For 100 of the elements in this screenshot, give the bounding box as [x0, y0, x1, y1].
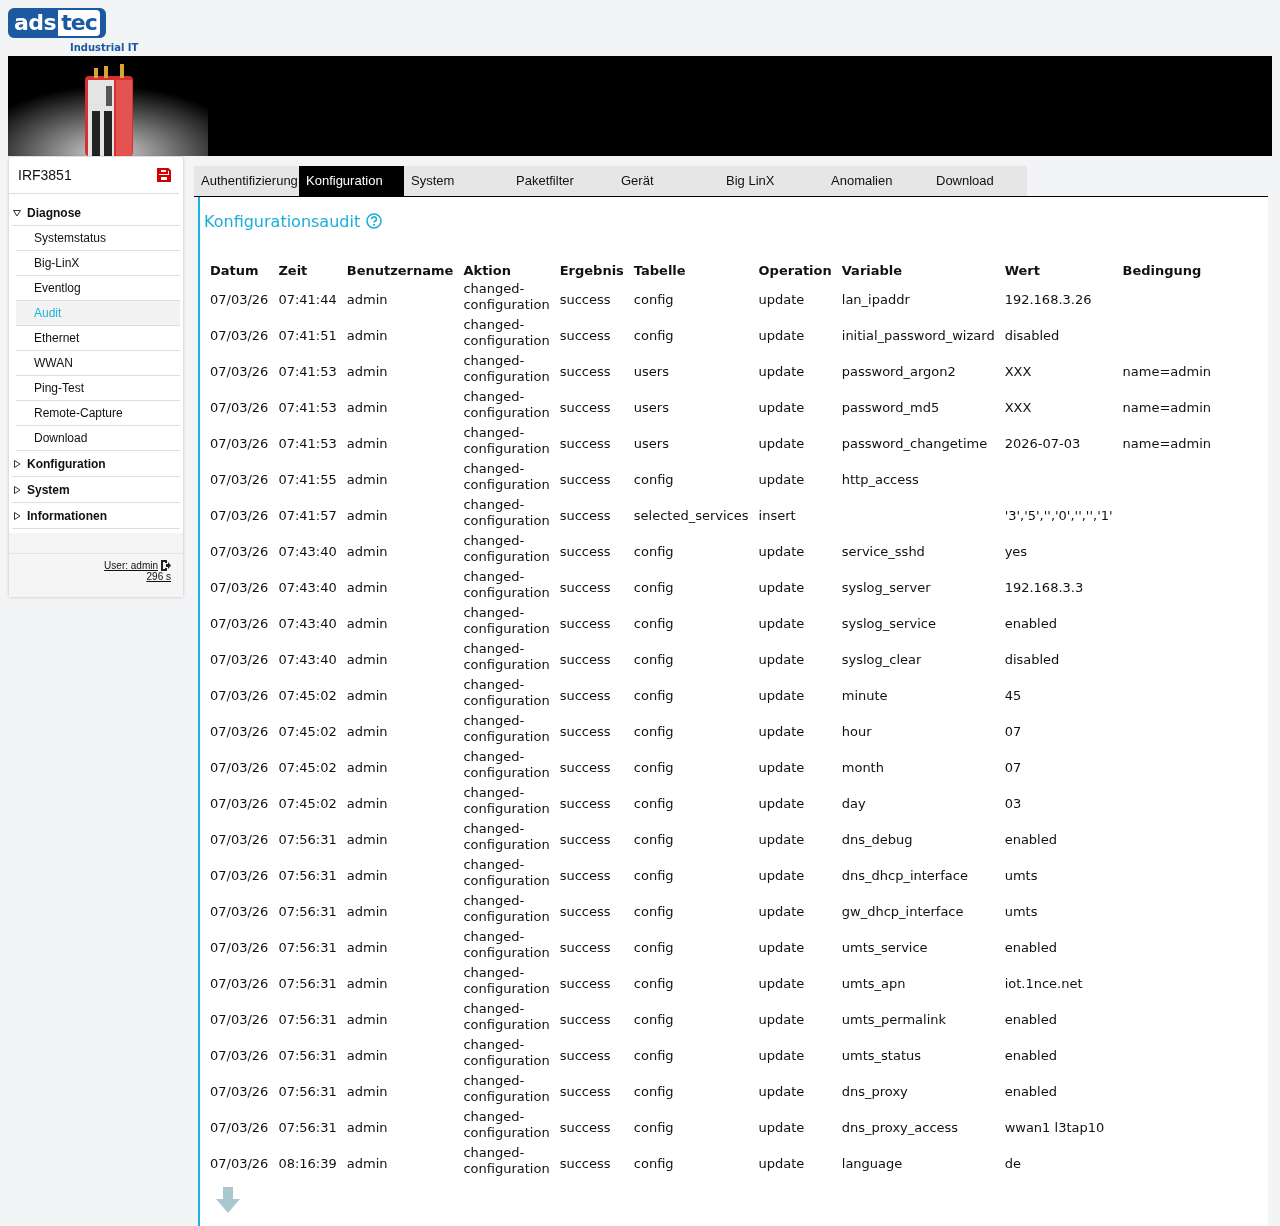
table-cell: success [559, 651, 611, 667]
user-link[interactable]: User: admin [104, 560, 158, 571]
table-cell: admin [346, 903, 388, 919]
table-cell: enabled [1004, 939, 1057, 955]
nav-item[interactable]: Ethernet [16, 326, 180, 351]
nav-item[interactable]: Big-LinX [16, 251, 180, 276]
nav-item[interactable]: Ping-Test [16, 376, 180, 401]
table-cell: 07:56:31 [278, 939, 337, 955]
table-cell: 07/03/26 [210, 867, 269, 883]
table-cell: 07/03/26 [210, 507, 269, 523]
column-header: Zeit [277, 261, 309, 280]
page-heading: Konfigurationsaudit [204, 211, 361, 231]
tab[interactable]: Paketfilter [509, 166, 614, 196]
table-cell: 07/03/26 [210, 327, 269, 343]
table-cell: success [559, 795, 611, 811]
tab[interactable]: Gerät [614, 166, 719, 196]
table-cell: update [758, 759, 805, 775]
table-cell: config [633, 327, 674, 343]
table-cell: config [633, 1119, 674, 1135]
logout-icon[interactable] [161, 560, 171, 571]
table-cell: syslog_clear [841, 651, 922, 667]
table-cell: enabled [1004, 1083, 1057, 1099]
tab[interactable]: Anomalien [824, 166, 929, 196]
table-cell: config [633, 1047, 674, 1063]
table-cell: day [841, 795, 866, 811]
nav-section[interactable]: System [12, 477, 180, 503]
tab[interactable]: Big LinX [719, 166, 824, 196]
table-cell: 07/03/26 [210, 831, 269, 847]
table-cell: config [633, 939, 674, 955]
table-cell: update [758, 1083, 805, 1099]
table-cell: update [758, 399, 805, 415]
table-cell: 07/03/26 [210, 759, 269, 775]
table-cell: admin [346, 1155, 388, 1171]
table-cell: name=admin [1122, 435, 1212, 451]
nav-section[interactable]: Diagnose [12, 200, 180, 226]
table-cell: success [559, 759, 611, 775]
table-cell: 07/03/26 [210, 651, 269, 667]
table-cell: 07/03/26 [210, 291, 269, 307]
table-cell: umts_apn [841, 975, 906, 991]
table-cell: password_argon2 [841, 363, 956, 379]
table-cell: 07/03/26 [210, 399, 269, 415]
table-cell: insert [758, 507, 796, 523]
table-cell: success [559, 831, 611, 847]
table-cell: 07/03/26 [210, 1155, 269, 1171]
table-cell: 07:41:44 [278, 291, 337, 307]
tab[interactable]: Konfiguration [299, 166, 404, 196]
table-cell: 07:41:55 [278, 471, 337, 487]
table-cell: config [633, 471, 674, 487]
table-cell: name=admin [1122, 363, 1212, 379]
table-cell: gw_dhcp_interface [841, 903, 964, 919]
logo-tagline: Industrial IT [70, 42, 140, 53]
nav-item[interactable]: WWAN [16, 351, 180, 376]
tab[interactable]: Authentifizierung [194, 166, 299, 196]
table-cell: update [758, 543, 805, 559]
table-cell: success [559, 939, 611, 955]
table-cell: hour [841, 723, 872, 739]
table-cell: success [559, 903, 611, 919]
table-cell: dns_proxy [841, 1083, 908, 1099]
tab[interactable]: System [404, 166, 509, 196]
table-cell: http_access [841, 471, 919, 487]
table-cell: update [758, 579, 805, 595]
table-cell: umts_permalink [841, 1011, 947, 1027]
table-cell: 192.168.3.26 [1004, 291, 1092, 307]
table-cell: admin [346, 939, 388, 955]
table-cell: config [633, 543, 674, 559]
table-cell: admin [346, 1083, 388, 1099]
table-cell: disabled [1004, 327, 1060, 343]
nav-item[interactable]: Remote-Capture [16, 401, 180, 426]
table-cell: enabled [1004, 1047, 1057, 1063]
column-header: Tabelle [632, 261, 687, 280]
table-cell: 07:56:31 [278, 1119, 337, 1135]
table-cell: syslog_service [841, 615, 936, 631]
table-cell: 07:41:57 [278, 507, 337, 523]
table-cell: 07/03/26 [210, 687, 269, 703]
table-cell: 07:43:40 [278, 651, 337, 667]
nav-section[interactable]: Informationen [12, 503, 180, 529]
nav-section[interactable]: Konfiguration [12, 451, 180, 477]
table-cell: 07:41:51 [278, 327, 337, 343]
table-cell: success [559, 507, 611, 523]
table-cell: XXX [1004, 363, 1032, 379]
table-cell: 07/03/26 [210, 723, 269, 739]
table-cell: 07:43:40 [278, 615, 337, 631]
nav-item[interactable]: Download [16, 426, 180, 451]
session-timer[interactable]: 296 s [146, 571, 171, 582]
table-cell: success [559, 1083, 611, 1099]
save-icon[interactable] [157, 168, 171, 182]
table-cell: month [841, 759, 884, 775]
help-icon[interactable] [366, 213, 383, 229]
table-cell: update [758, 327, 805, 343]
tab[interactable]: Download [929, 166, 1027, 196]
table-cell: 07/03/26 [210, 939, 269, 955]
table-cell: de [1004, 1155, 1021, 1171]
table-cell: 07/03/26 [210, 1119, 269, 1135]
table-cell: 07/03/26 [210, 471, 269, 487]
table-cell: success [559, 1155, 611, 1171]
table-cell: admin [346, 615, 388, 631]
nav-item[interactable]: Systemstatus [16, 226, 180, 251]
table-cell: syslog_server [841, 579, 931, 595]
triangle-icon [13, 459, 21, 468]
triangle-icon [13, 511, 21, 520]
